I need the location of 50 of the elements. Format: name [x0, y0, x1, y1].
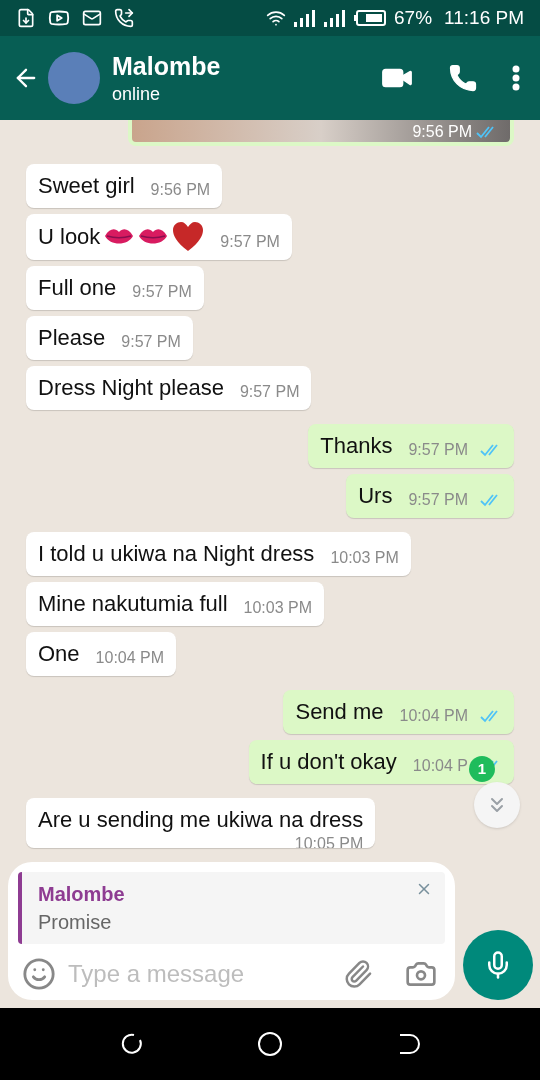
message-text: Sweet girl — [38, 172, 135, 200]
message-time: 10:04 P — [412, 756, 468, 776]
reply-author: Malombe — [38, 882, 125, 907]
menu-icon — [512, 65, 520, 91]
battery-percentage: 67% — [394, 5, 433, 30]
message-time: 9:57 PM — [220, 232, 280, 252]
message-text: Please — [38, 324, 106, 352]
message-text: Urs — [358, 482, 393, 510]
message-time: 10:04 PM — [95, 648, 165, 668]
message-text: U look — [38, 223, 101, 251]
emoji-icon[interactable] — [22, 957, 56, 991]
message-text: One — [38, 640, 80, 668]
reply-text: Promise — [38, 910, 113, 935]
battery-icon — [354, 10, 387, 26]
message-text: Thanks — [320, 432, 393, 460]
phone-icon — [114, 8, 134, 28]
call-button[interactable] — [448, 63, 478, 93]
heart-icon — [172, 222, 205, 252]
message-time: 9:57 PM — [408, 490, 468, 510]
message-time: 9:57 PM — [121, 332, 181, 352]
message-time: 9:56 PM — [412, 122, 472, 142]
message-time: 10:04 PM — [399, 706, 468, 726]
menu-button[interactable] — [512, 65, 520, 91]
message-time: 9:56 PM — [150, 180, 211, 200]
message-text: Send me — [295, 698, 384, 726]
message-text: Full one — [38, 274, 117, 302]
home-icon[interactable] — [257, 1031, 283, 1057]
image-message[interactable]: 9:56 PM — [128, 120, 514, 146]
wifi-icon — [266, 8, 287, 28]
phone-icon — [448, 63, 478, 93]
message-text: Mine nakutumia full — [38, 590, 228, 618]
message-time: 9:57 PM — [132, 282, 192, 302]
contact-status: online — [112, 83, 162, 106]
mail-icon — [82, 8, 102, 28]
signal-icon — [294, 9, 317, 27]
message-time: 9:57 PM — [239, 382, 300, 402]
contact-name[interactable]: Malombe — [112, 50, 221, 82]
download-icon — [16, 8, 36, 28]
message-time: 10:03 PM — [330, 548, 399, 568]
message-time: 9:57 PM — [408, 440, 468, 460]
recent-apps-icon[interactable] — [120, 1032, 145, 1056]
signal-icon — [324, 9, 347, 27]
clock: 11:16 PM — [444, 5, 524, 30]
message-text: I told u ukiwa na Night dress — [38, 540, 315, 568]
message-input[interactable]: Type a message — [68, 956, 343, 992]
attachment-icon[interactable] — [343, 959, 373, 989]
message-text: Are u sending me ukiwa na dress — [38, 806, 364, 834]
message-text: Dress Night please — [38, 374, 224, 402]
message-time: 10:03 PM — [243, 598, 313, 618]
message-text: If u don't okay — [260, 748, 397, 776]
